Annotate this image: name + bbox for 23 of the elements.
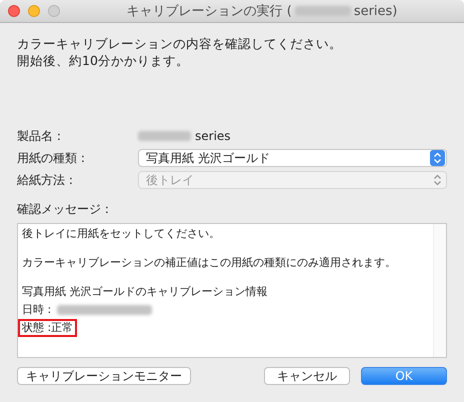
zoom-icon[interactable] — [48, 5, 60, 17]
popup-menu[interactable]: 写真用紙 光沢ゴールド — [138, 149, 447, 167]
window-title: series) — [354, 4, 398, 18]
intro-text: 開始後、約10分かかります。 — [17, 52, 190, 69]
message-text: 後トレイに用紙をセットしてください。 — [21, 226, 221, 242]
close-icon[interactable] — [8, 5, 20, 17]
redacted-text — [294, 6, 351, 16]
field-label: 給紙方法 : — [17, 172, 74, 188]
window-title: キャリブレーションの実行 ( — [126, 3, 292, 20]
product-name: series — [195, 129, 231, 143]
cancel-button[interactable]: キャンセル — [264, 367, 350, 385]
message-text: 写真用紙 光沢ゴールドのキャリブレーション情報 — [21, 284, 268, 300]
field-label: 製品名 : — [17, 128, 62, 144]
message-text: カラーキャリブレーションの補正値はこの用紙の種類にのみ適用されます。 — [21, 255, 397, 271]
field-label: 用紙の種類 : — [17, 150, 86, 166]
message-text: 日時 : — [21, 302, 52, 318]
redacted-text — [138, 131, 191, 141]
intro-text: カラーキャリブレーションの内容を確認してください。 — [17, 35, 343, 52]
message-text: 状態 :正常 — [18, 319, 78, 337]
calibration-monitor-button[interactable]: キャリブレーションモニター — [17, 367, 191, 385]
minimize-icon[interactable] — [28, 5, 40, 17]
message-label: 確認メッセージ : — [17, 201, 110, 218]
updown-arrows-icon — [430, 150, 445, 166]
